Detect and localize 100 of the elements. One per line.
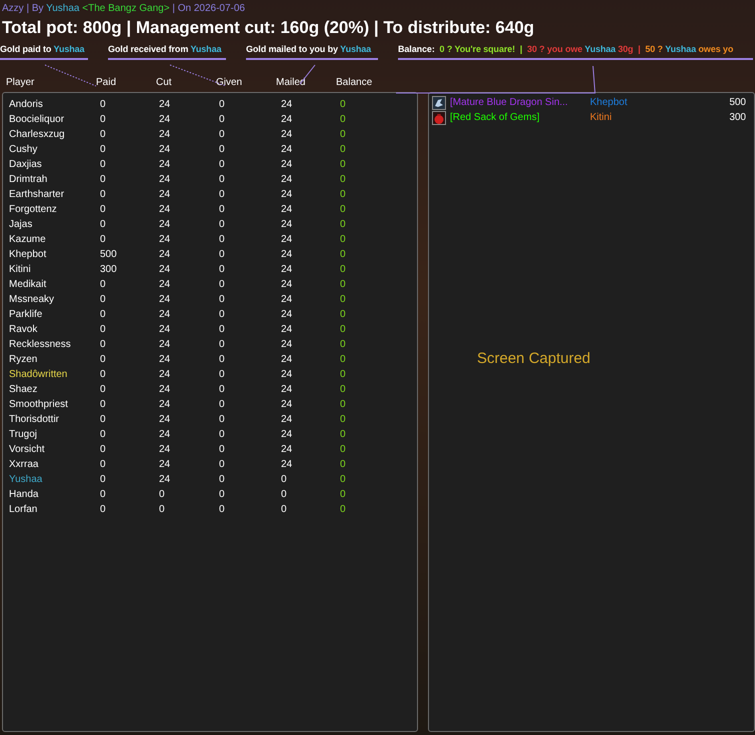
table-cell-text: 24: [159, 219, 172, 230]
table-cell-text: 0: [340, 369, 347, 380]
table-cell-text: 0: [340, 189, 347, 200]
table-cell-text: 0: [100, 129, 107, 140]
table-cell-text: 24: [159, 459, 172, 470]
table-cell-text: 24: [281, 384, 294, 395]
table-cell-text: 24: [281, 219, 294, 230]
legend-label: Balance: 0 ? You're square! | 30 ? you owe Yushaa 30g | 50 ? Yushaa owes yo: [398, 44, 753, 60]
table-cell-text: 0: [219, 309, 226, 320]
table-cell-text: 24: [281, 234, 294, 245]
table-cell-text: 24: [159, 234, 172, 245]
column-header: Balance: [336, 77, 374, 90]
table-cell-text: 0: [219, 414, 226, 425]
loot-amount: 300: [728, 112, 746, 123]
table-cell-text: 0: [340, 339, 347, 350]
player-name: Charlesxzug: [9, 129, 66, 140]
player-name: Daxjias: [9, 159, 43, 170]
table-cell-text: 0: [340, 309, 347, 320]
table-cell-text: 0: [219, 444, 226, 455]
player-name: Lorfan: [9, 504, 38, 515]
table-cell-text: 24: [159, 384, 172, 395]
table-cell-text: 24: [159, 309, 172, 320]
table-cell-text: 0: [100, 384, 107, 395]
table-cell-text: 0: [219, 354, 226, 365]
table-cell-text: 0: [219, 489, 226, 500]
player-name: Kazume: [9, 234, 47, 245]
table-cell-text: 0: [340, 234, 347, 245]
table-cell-text: 0: [100, 159, 107, 170]
table-cell-text: 0: [100, 369, 107, 380]
table-cell-text: 24: [159, 429, 172, 440]
table-cell-text: 24: [281, 204, 294, 215]
table-cell-text: 0: [219, 369, 226, 380]
table-cell-text: 0: [340, 114, 347, 125]
table-cell-text: 0: [219, 429, 226, 440]
table-cell-text: 24: [281, 264, 294, 275]
table-cell-text: 0: [281, 474, 288, 485]
table-cell-text: 24: [281, 414, 294, 425]
legend-label: Gold mailed to you by Yushaa: [246, 44, 378, 60]
table-cell-text: 0: [100, 444, 107, 455]
table-cell-text: 0: [100, 489, 107, 500]
table-cell-text: 0: [219, 174, 226, 185]
table-cell-text: 0: [219, 219, 226, 230]
player-name: Mssneaky: [9, 294, 56, 305]
table-cell-text: 0: [219, 204, 226, 215]
table-cell-text: 0: [219, 114, 226, 125]
table-cell-text: 24: [159, 129, 172, 140]
table-cell-text: 0: [340, 324, 347, 335]
table-cell-text: 0: [100, 294, 107, 305]
table-cell-text: 24: [159, 339, 172, 350]
table-cell-text: 0: [100, 114, 107, 125]
table-cell-text: 24: [281, 99, 294, 110]
table-cell-text: 0: [340, 129, 347, 140]
column-header: Given: [216, 77, 244, 90]
table-cell-text: 0: [219, 474, 226, 485]
table-cell-text: 24: [281, 114, 294, 125]
table-cell-text: 24: [281, 339, 294, 350]
table-cell-text: 0: [219, 504, 226, 515]
table-cell-text: 24: [159, 114, 172, 125]
table-cell-text: 0: [159, 504, 166, 515]
player-name: Thorisdottir: [9, 414, 60, 425]
player-name: Recklessness: [9, 339, 72, 350]
table-cell-text: 24: [159, 369, 172, 380]
table-cell-text: 0: [100, 234, 107, 245]
table-cell-text: 0: [219, 264, 226, 275]
table-cell-text: 0: [340, 264, 347, 275]
table-cell-text: 0: [340, 294, 347, 305]
table-cell-text: 0: [219, 129, 226, 140]
table-cell-text: 24: [281, 189, 294, 200]
table-cell-text: 0: [100, 399, 107, 410]
table-cell-text: 24: [281, 294, 294, 305]
table-cell-text: 24: [159, 99, 172, 110]
table-cell-text: 0: [100, 324, 107, 335]
column-header: Player: [6, 77, 36, 90]
player-name: Trugoj: [9, 429, 38, 440]
table-cell-text: 24: [281, 144, 294, 155]
report-title: Total pot: 800g | Management cut: 160g (20%) | To distribute: 640g: [1, 17, 536, 38]
table-cell-text: 24: [159, 279, 172, 290]
player-name: Ryzen: [9, 354, 38, 365]
table-cell-text: 0: [100, 99, 107, 110]
legend-label: Gold received from Yushaa: [108, 44, 226, 60]
table-cell-text: 0: [340, 249, 347, 260]
item-link[interactable]: [Red Sack of Gems]: [450, 112, 590, 123]
table-cell-text: 24: [159, 354, 172, 365]
table-cell-text: 0: [100, 339, 107, 350]
player-name: Forgottenz: [9, 204, 58, 215]
player-name: Earthsharter: [9, 189, 66, 200]
player-name: Andoris: [9, 99, 44, 110]
table-cell-text: 0: [100, 354, 107, 365]
table-cell-text: 0: [340, 204, 347, 215]
table-cell-text: 24: [159, 444, 172, 455]
sack-icon: [432, 110, 446, 124]
table-cell-text: 0: [340, 354, 347, 365]
leader-line: [44, 64, 96, 86]
player-name: Kitini: [9, 264, 32, 275]
legend-label: Gold paid to Yushaa: [0, 44, 88, 60]
player-name: Jajas: [9, 219, 34, 230]
table-cell-text: 24: [159, 174, 172, 185]
column-header: Mailed: [276, 77, 306, 90]
table-cell-text: 0: [219, 324, 226, 335]
player-name: Smoothpriest: [9, 399, 69, 410]
